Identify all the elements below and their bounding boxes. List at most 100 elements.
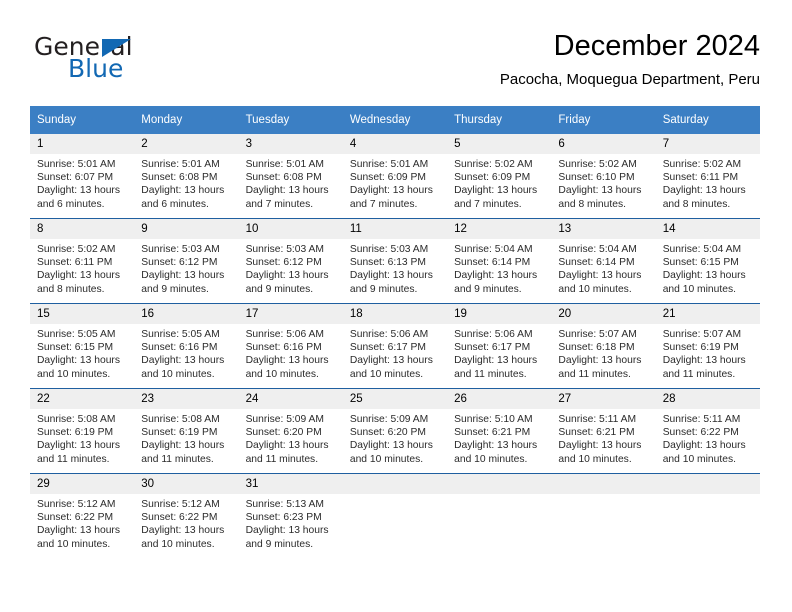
sunrise-time: Sunrise: 5:02 AM <box>454 159 533 170</box>
calendar-day-cell[interactable]: 2 Sunrise: 5:01 AM Sunset: 6:08 PM Daylight… <box>134 134 239 219</box>
sunrise-time: Sunrise: 5:11 AM <box>558 414 637 425</box>
calendar-day-cell[interactable]: 23 Sunrise: 5:08 AM Sunset: 6:19 PM Dayligh… <box>134 388 239 474</box>
calendar-day-cell[interactable]: 24 Sunrise: 5:09 AM Sunset: 6:20 PM Dayligh… <box>238 388 343 474</box>
day-details: Sunrise: 5:10 AM Sunset: 6:21 PM Daylight:… <box>447 409 551 466</box>
daylight-line-2: and 9 minutes. <box>349 283 418 295</box>
calendar-day-cell[interactable]: 26 Sunrise: 5:10 AM Sunset: 6:21 PM Dayligh… <box>447 388 552 474</box>
calendar-day-cell[interactable]: 4 Sunrise: 5:01 AM Sunset: 6:09 PM Daylight… <box>342 134 448 219</box>
day-number: 22 <box>30 389 135 409</box>
calendar-day-cell[interactable]: 30 Sunrise: 5:12 AM Sunset: 6:22 PM Dayligh… <box>134 473 239 558</box>
weekday-header-sunday: Sunday <box>30 106 135 134</box>
calendar-day-cell[interactable]: 16 Sunrise: 5:05 AM Sunset: 6:16 PM Dayligh… <box>134 303 239 389</box>
calendar-day-cell[interactable]: 7 Sunrise: 5:02 AM Sunset: 6:11 PM Daylight… <box>655 134 760 219</box>
day-number: 13 <box>551 219 656 239</box>
sunrise-time: Sunrise: 5:01 AM <box>37 159 116 170</box>
day-number: 10 <box>238 219 343 239</box>
day-number: 11 <box>342 219 448 239</box>
calendar-week-row: 1 Sunrise: 5:01 AM Sunset: 6:07 PM Daylight… <box>30 134 760 219</box>
daylight-line-2: and 10 minutes. <box>141 538 215 550</box>
calendar-day-cell[interactable]: 17 Sunrise: 5:06 AM Sunset: 6:16 PM Dayligh… <box>238 303 343 389</box>
calendar-day-cell[interactable]: 18 Sunrise: 5:06 AM Sunset: 6:17 PM Dayligh… <box>342 303 448 389</box>
sunrise-time: Sunrise: 5:01 AM <box>349 159 429 170</box>
daylight-line-1: Daylight: 13 hours <box>662 270 746 282</box>
calendar-day-cell[interactable]: 10 Sunrise: 5:03 AM Sunset: 6:12 PM Dayligh… <box>238 218 343 304</box>
day-details <box>551 494 655 498</box>
day-details <box>343 494 447 498</box>
calendar-day-cell[interactable]: 9 Sunrise: 5:03 AM Sunset: 6:12 PM Daylight… <box>134 218 239 304</box>
day-details: Sunrise: 5:03 AM Sunset: 6:12 PM Daylight:… <box>134 239 238 296</box>
daylight-line-2: and 8 minutes. <box>558 198 626 210</box>
calendar-day-cell[interactable]: 22 Sunrise: 5:08 AM Sunset: 6:19 PM Dayligh… <box>30 388 135 474</box>
day-details: Sunrise: 5:09 AM Sunset: 6:20 PM Daylight:… <box>343 409 447 466</box>
day-number: 16 <box>134 304 239 324</box>
calendar-day-cell[interactable]: 15 Sunrise: 5:05 AM Sunset: 6:15 PM Dayligh… <box>30 303 135 389</box>
calendar-day-cell[interactable]: 13 Sunrise: 5:04 AM Sunset: 6:14 PM Dayligh… <box>551 218 656 304</box>
day-number: 9 <box>134 219 239 239</box>
daylight-line-2: and 9 minutes. <box>141 283 209 295</box>
sunrise-time: Sunrise: 5:06 AM <box>245 329 324 340</box>
daylight-line-1: Daylight: 13 hours <box>454 270 538 282</box>
calendar-day-cell-empty <box>655 473 760 558</box>
daylight-line-2: and 11 minutes. <box>454 368 527 380</box>
calendar-day-cell-empty <box>447 473 552 558</box>
day-details: Sunrise: 5:13 AM Sunset: 6:23 PM Daylight:… <box>239 494 343 551</box>
day-number: 19 <box>447 304 552 324</box>
day-details: Sunrise: 5:03 AM Sunset: 6:12 PM Daylight:… <box>239 239 343 296</box>
sunrise-time: Sunrise: 5:04 AM <box>558 244 637 255</box>
calendar-day-cell[interactable]: 3 Sunrise: 5:01 AM Sunset: 6:08 PM Daylight… <box>238 134 343 219</box>
calendar-day-cell[interactable]: 19 Sunrise: 5:06 AM Sunset: 6:17 PM Dayligh… <box>447 303 552 389</box>
daylight-line-2: and 11 minutes. <box>37 453 110 465</box>
daylight-line-1: Daylight: 13 hours <box>141 185 225 197</box>
calendar-day-cell[interactable]: 1 Sunrise: 5:01 AM Sunset: 6:07 PM Daylight… <box>30 134 135 219</box>
daylight-line-1: Daylight: 13 hours <box>37 525 120 537</box>
sunrise-time: Sunrise: 5:04 AM <box>454 244 533 255</box>
sunrise-time: Sunrise: 5:02 AM <box>558 159 637 170</box>
day-details: Sunrise: 5:05 AM Sunset: 6:16 PM Daylight:… <box>134 324 238 381</box>
daylight-line-2: and 7 minutes. <box>349 198 418 210</box>
day-details: Sunrise: 5:04 AM Sunset: 6:15 PM Daylight:… <box>656 239 760 296</box>
daylight-line-2: and 6 minutes. <box>37 198 105 210</box>
day-details: Sunrise: 5:04 AM Sunset: 6:14 PM Daylight:… <box>551 239 655 296</box>
sunset-time: Sunset: 6:14 PM <box>454 257 531 269</box>
calendar-day-cell[interactable]: 8 Sunrise: 5:02 AM Sunset: 6:11 PM Daylight… <box>30 218 135 304</box>
daylight-line-1: Daylight: 13 hours <box>37 185 120 197</box>
calendar-day-cell[interactable]: 21 Sunrise: 5:07 AM Sunset: 6:19 PM Dayligh… <box>655 303 760 389</box>
day-details: Sunrise: 5:11 AM Sunset: 6:21 PM Daylight:… <box>551 409 655 466</box>
calendar-day-cell[interactable]: 27 Sunrise: 5:11 AM Sunset: 6:21 PM Dayligh… <box>551 388 656 474</box>
calendar-day-cell[interactable]: 28 Sunrise: 5:11 AM Sunset: 6:22 PM Dayligh… <box>655 388 760 474</box>
day-number <box>655 474 760 494</box>
calendar-day-cell[interactable]: 14 Sunrise: 5:04 AM Sunset: 6:15 PM Dayligh… <box>655 218 760 304</box>
daylight-line-1: Daylight: 13 hours <box>558 185 642 197</box>
day-details: Sunrise: 5:02 AM Sunset: 6:11 PM Daylight:… <box>30 239 134 296</box>
day-details: Sunrise: 5:07 AM Sunset: 6:18 PM Daylight:… <box>551 324 655 381</box>
daylight-line-1: Daylight: 13 hours <box>37 355 120 367</box>
sunset-time: Sunset: 6:21 PM <box>558 427 635 439</box>
day-number: 27 <box>551 389 656 409</box>
day-number <box>447 474 552 494</box>
daylight-line-1: Daylight: 13 hours <box>245 525 329 537</box>
daylight-line-1: Daylight: 13 hours <box>141 355 225 367</box>
sunset-time: Sunset: 6:21 PM <box>454 427 531 439</box>
daylight-line-1: Daylight: 13 hours <box>141 525 225 537</box>
day-number: 14 <box>655 219 760 239</box>
sunset-time: Sunset: 6:19 PM <box>37 427 114 439</box>
calendar-day-cell[interactable]: 12 Sunrise: 5:04 AM Sunset: 6:14 PM Dayligh… <box>447 218 552 304</box>
day-details: Sunrise: 5:01 AM Sunset: 6:07 PM Daylight:… <box>30 154 134 211</box>
day-number: 23 <box>134 389 239 409</box>
sunset-time: Sunset: 6:07 PM <box>37 172 114 184</box>
calendar-day-cell[interactable]: 6 Sunrise: 5:02 AM Sunset: 6:10 PM Daylight… <box>551 134 656 219</box>
weekday-header-monday: Monday <box>134 106 239 134</box>
calendar-day-cell[interactable]: 5 Sunrise: 5:02 AM Sunset: 6:09 PM Daylight… <box>447 134 552 219</box>
calendar-day-cell[interactable]: 29 Sunrise: 5:12 AM Sunset: 6:22 PM Dayligh… <box>30 473 135 558</box>
calendar-day-cell[interactable]: 25 Sunrise: 5:09 AM Sunset: 6:20 PM Dayligh… <box>342 388 448 474</box>
day-number: 15 <box>30 304 135 324</box>
sunrise-time: Sunrise: 5:08 AM <box>37 414 116 425</box>
daylight-line-1: Daylight: 13 hours <box>349 270 433 282</box>
sunset-time: Sunset: 6:08 PM <box>245 172 322 184</box>
daylight-line-1: Daylight: 13 hours <box>245 270 329 282</box>
daylight-line-2: and 6 minutes. <box>141 198 209 210</box>
calendar-day-cell[interactable]: 11 Sunrise: 5:03 AM Sunset: 6:13 PM Dayligh… <box>342 218 448 304</box>
calendar-day-cell[interactable]: 31 Sunrise: 5:13 AM Sunset: 6:23 PM Dayligh… <box>238 473 343 558</box>
day-number: 6 <box>551 134 656 154</box>
calendar-day-cell[interactable]: 20 Sunrise: 5:07 AM Sunset: 6:18 PM Dayligh… <box>551 303 656 389</box>
